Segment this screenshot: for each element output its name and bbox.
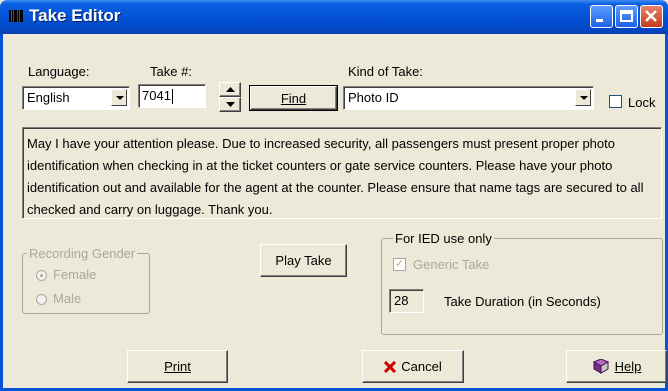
take-duration-field[interactable]: 28 (389, 289, 424, 313)
help-button[interactable]: Help (566, 350, 667, 383)
close-window-button[interactable] (640, 5, 663, 28)
take-number-label: Take #: (150, 64, 192, 79)
male-radio[interactable] (36, 294, 47, 305)
ied-group-title: For IED use only (393, 231, 494, 246)
barcode-icon (9, 10, 23, 22)
title-bar[interactable]: Take Editor (0, 0, 668, 34)
take-number-value: 7041 (142, 88, 171, 103)
take-number-decrement-button[interactable] (219, 97, 241, 112)
cancel-label: Cancel (401, 359, 442, 374)
close-icon (645, 10, 657, 22)
find-button[interactable]: Find (249, 85, 338, 111)
up-arrow-icon (225, 87, 235, 92)
generic-take-label: Generic Take (413, 257, 490, 272)
male-radio-label: Male (53, 291, 82, 306)
language-value: English (27, 90, 70, 105)
lock-checkbox[interactable] (609, 95, 622, 108)
cancel-button[interactable]: Cancel (362, 350, 464, 383)
text-cursor (172, 89, 173, 104)
female-radio-label: Female (53, 267, 97, 282)
cancel-x-icon (384, 360, 397, 373)
window-title: Take Editor (29, 6, 121, 25)
minimize-icon (596, 19, 603, 22)
minimize-button[interactable] (590, 5, 613, 28)
print-label: Print (164, 359, 191, 374)
print-button[interactable]: Print (127, 350, 228, 383)
take-duration-value: 28 (394, 293, 409, 308)
chevron-down-icon[interactable] (111, 89, 127, 106)
find-button-label: Find (280, 90, 307, 106)
kind-of-take-value: Photo ID (348, 90, 399, 105)
help-label: Help (614, 359, 642, 374)
window-border-left (0, 34, 3, 391)
kind-of-take-select[interactable]: Photo ID (343, 86, 594, 110)
language-label: Language: (28, 64, 90, 79)
maximize-button[interactable] (615, 5, 638, 28)
play-take-button[interactable]: Play Take (260, 244, 347, 277)
play-take-label: Play Take (275, 253, 332, 268)
generic-take-checkbox[interactable]: ✓ (393, 258, 406, 271)
take-duration-label: Take Duration (in Seconds) (444, 294, 601, 309)
take-number-increment-button[interactable] (219, 82, 241, 97)
chevron-down-icon[interactable] (575, 89, 591, 106)
female-radio[interactable] (36, 270, 47, 281)
language-select[interactable]: English (22, 86, 130, 110)
help-book-icon (592, 358, 609, 374)
kind-of-take-label: Kind of Take: (348, 64, 423, 79)
recording-gender-title: Recording Gender (27, 246, 138, 261)
take-message-text[interactable]: May I have your attention please. Due to… (22, 127, 662, 219)
down-arrow-icon (225, 102, 235, 107)
take-number-input[interactable]: 7041 (138, 84, 206, 108)
maximize-icon (620, 10, 633, 22)
lock-label: Lock (628, 95, 656, 110)
ied-group (381, 238, 663, 335)
